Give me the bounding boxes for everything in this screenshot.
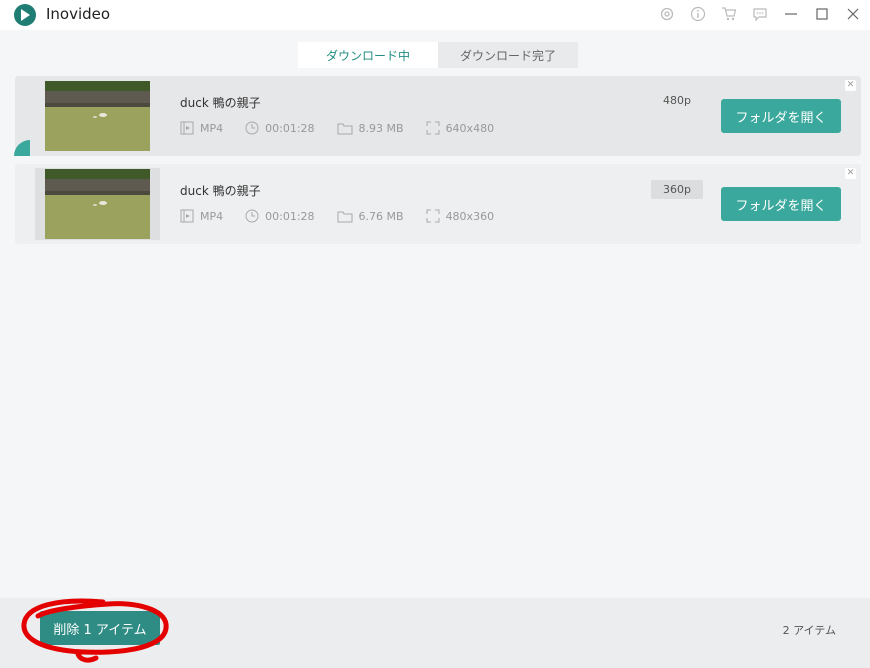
clock-icon: [245, 209, 259, 223]
open-folder-button[interactable]: フォルダを開く: [721, 99, 841, 133]
tab-downloading[interactable]: ダウンロード中: [298, 42, 438, 68]
folder-icon: [337, 123, 353, 135]
open-folder-button[interactable]: フォルダを開く: [721, 187, 841, 221]
video-dimensions: 640x480: [445, 121, 495, 135]
settings-icon[interactable]: [658, 5, 676, 23]
remove-item-icon[interactable]: ✕: [845, 168, 856, 179]
file-size: 6.76 MB: [358, 209, 404, 223]
cart-icon[interactable]: [720, 5, 738, 23]
tab-downloaded[interactable]: ダウンロード完了: [438, 42, 578, 68]
download-tabs: ダウンロード中 ダウンロード完了: [298, 42, 578, 68]
video-format-icon: [180, 209, 194, 223]
video-title: duck 鴨の親子: [180, 184, 261, 198]
thumbnail-frame: [35, 80, 160, 152]
resolution-icon: [426, 121, 440, 135]
app-logo-icon: [14, 4, 36, 26]
footer-bar: 削除 1 アイテム 2 アイテム: [0, 598, 870, 668]
download-item[interactable]: duck 鴨の親子 MP4 00:01:28 6.76 MB 480x360 3…: [15, 164, 861, 244]
thumbnail-frame: [35, 168, 160, 240]
file-size: 8.93 MB: [358, 121, 404, 135]
resolution-badge: 360p: [651, 180, 703, 199]
chat-icon[interactable]: [751, 5, 769, 23]
folder-icon: [337, 211, 353, 223]
app-title: Inovideo: [46, 5, 111, 23]
selection-marker: [14, 140, 30, 156]
remove-item-icon[interactable]: ✕: [845, 80, 856, 91]
video-thumbnail: [45, 81, 150, 151]
video-format: MP4: [200, 121, 224, 135]
minimize-icon[interactable]: [782, 5, 800, 23]
download-list: duck 鴨の親子 MP4 00:01:28 8.93 MB 640x480 4…: [14, 76, 861, 252]
clock-icon: [245, 121, 259, 135]
video-format: MP4: [200, 209, 224, 223]
delete-items-button[interactable]: 削除 1 アイテム: [40, 611, 160, 645]
info-icon[interactable]: [689, 5, 707, 23]
video-dimensions: 480x360: [445, 209, 495, 223]
title-bar: Inovideo: [0, 0, 870, 30]
video-duration: 00:01:28: [265, 209, 315, 223]
video-duration: 00:01:28: [265, 121, 315, 135]
item-count: 2 アイテム: [782, 624, 836, 637]
resolution-icon: [426, 209, 440, 223]
maximize-icon[interactable]: [813, 5, 831, 23]
video-title: duck 鴨の親子: [180, 96, 261, 110]
video-thumbnail: [45, 169, 150, 239]
close-icon[interactable]: [844, 5, 862, 23]
video-format-icon: [180, 121, 194, 135]
resolution-label: 480p: [663, 94, 691, 107]
download-item[interactable]: duck 鴨の親子 MP4 00:01:28 8.93 MB 640x480 4…: [14, 76, 861, 156]
